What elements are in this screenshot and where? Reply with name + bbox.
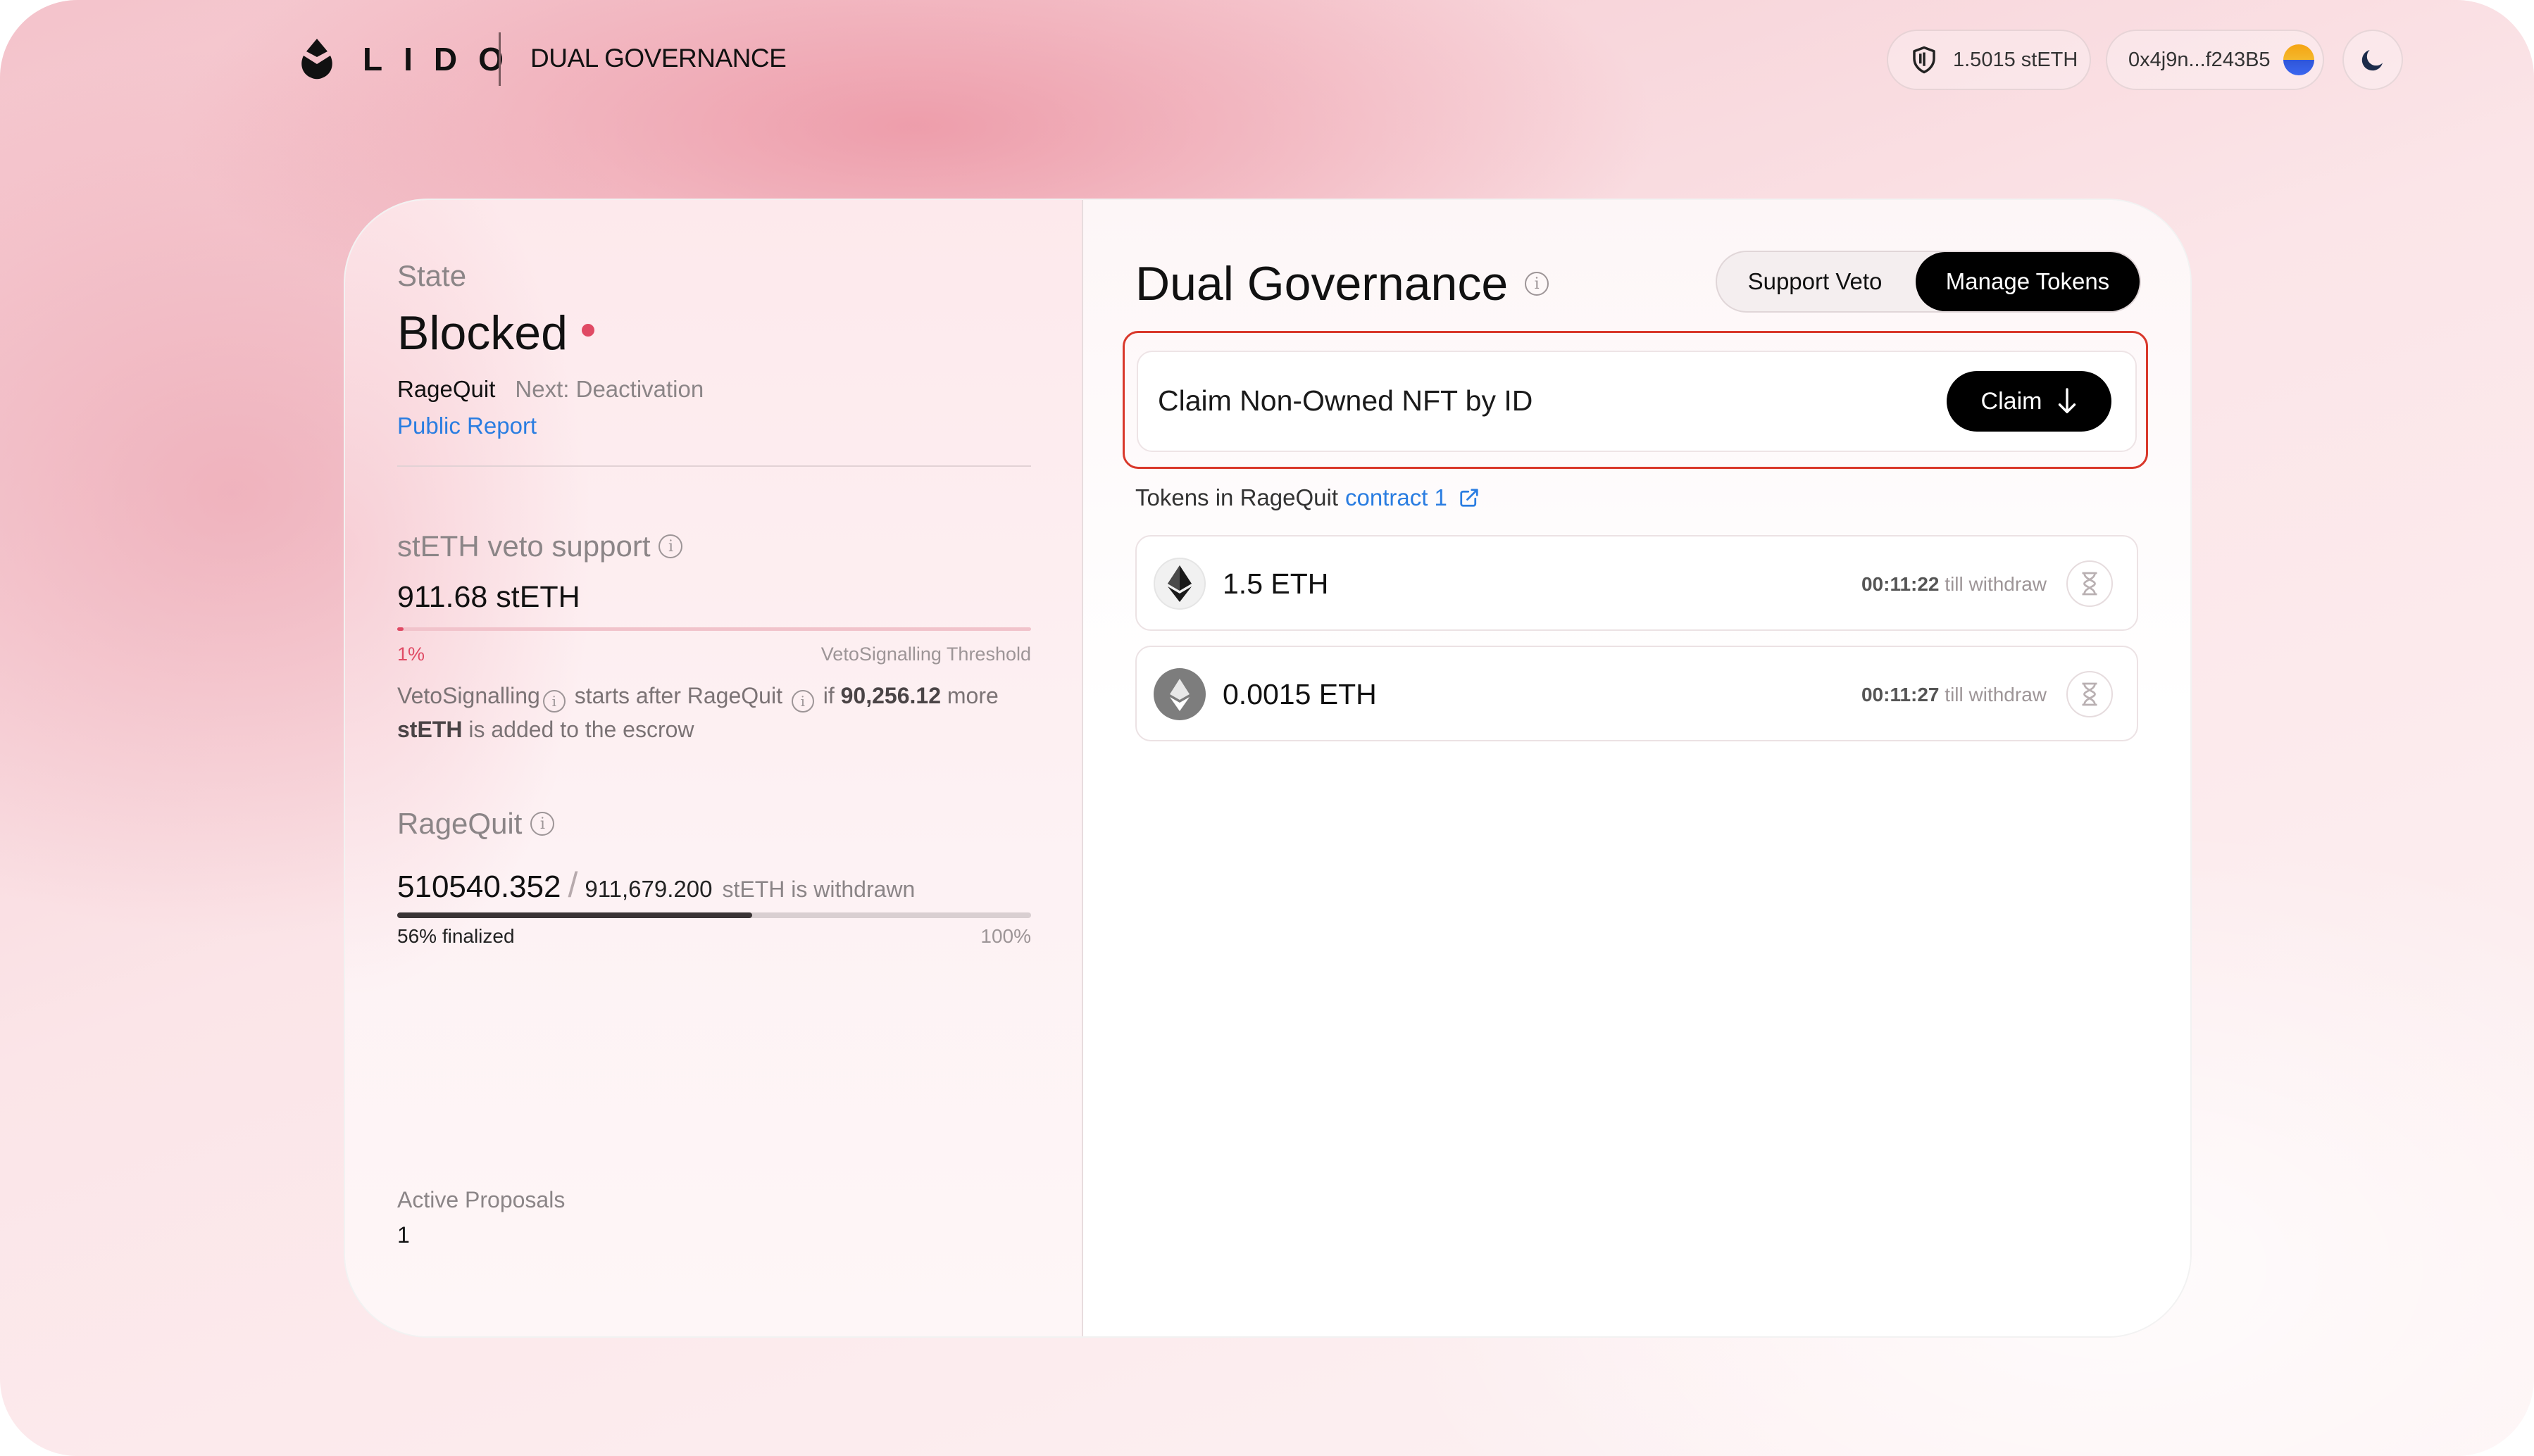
token-row: 0.0015 ETH 00:11:27 till withdraw <box>1135 646 2138 741</box>
token-time-suffix: till withdraw <box>1945 573 2047 595</box>
governance-title-text: Dual Governance <box>1135 257 1509 310</box>
ragequit-note: stETH is withdrawn <box>722 877 916 902</box>
substate: RageQuit Next: Deactivation <box>397 376 704 403</box>
governance-panel: Dual Governance i Support Veto Manage To… <box>1083 200 2190 1336</box>
balance-text: 1.5015 stETH <box>1953 48 2078 71</box>
main-card: State Blocked RageQuit Next: Deactivatio… <box>344 199 2192 1338</box>
token-withdraw-time: 00:11:27 till withdraw <box>1861 684 2047 706</box>
tokens-label-text: Tokens in RageQuit <box>1135 484 1338 510</box>
balance-pill[interactable]: 1.5015 stETH <box>1887 30 2091 90</box>
lido-logo[interactable]: LIDO <box>299 34 525 84</box>
header-divider <box>499 32 501 86</box>
lido-drop-icon <box>301 39 332 80</box>
current-substate: RageQuit <box>397 376 496 402</box>
token-withdraw-time: 00:11:22 till withdraw <box>1861 573 2047 596</box>
claim-button[interactable]: Claim <box>1947 371 2111 432</box>
veto-percent: 1% <box>397 644 425 665</box>
hourglass-icon <box>2082 572 2097 596</box>
contract-link[interactable]: contract 1 <box>1345 484 1447 511</box>
token-amount: 1.5 ETH <box>1223 567 1329 600</box>
veto-support-label: stETH veto support i <box>397 529 683 563</box>
veto-desc-part3: if <box>823 683 835 708</box>
veto-progress-bar <box>397 627 1031 631</box>
next-state: Next: Deactivation <box>515 376 704 402</box>
tab-support-veto[interactable]: Support Veto <box>1717 252 1913 311</box>
claim-nft-title: Claim Non-Owned NFT by ID <box>1158 384 1533 417</box>
steth-icon <box>1154 668 1206 720</box>
claim-button-label: Claim <box>1980 387 2042 415</box>
ragequit-title: RageQuit <box>397 807 523 840</box>
token-time-suffix: till withdraw <box>1945 684 2047 705</box>
token-row: 1.5 ETH 00:11:22 till withdraw <box>1135 535 2138 631</box>
token-time-value: 00:11:22 <box>1861 573 1940 595</box>
eth-icon <box>1154 558 1206 610</box>
section-divider <box>397 465 1031 467</box>
info-icon[interactable]: i <box>542 690 566 713</box>
wallet-address: 0x4j9n...f243B5 <box>2128 48 2271 71</box>
veto-desc-amount: 90,256.12 <box>840 683 941 708</box>
veto-progress-fill <box>397 627 404 631</box>
info-icon[interactable]: i <box>1525 272 1549 296</box>
hourglass-icon <box>2082 682 2097 706</box>
moon-icon <box>2361 50 2383 71</box>
info-icon[interactable]: i <box>530 812 555 836</box>
veto-desc-part1: VetoSignalling <box>397 683 540 708</box>
state-value: Blocked <box>397 306 594 360</box>
ragequit-full: 100% <box>980 925 1031 947</box>
withdraw-button[interactable] <box>2066 671 2113 717</box>
ragequit-total: 911,679.200 <box>585 876 713 902</box>
ragequit-finalized: 56% finalized <box>397 925 515 947</box>
app-frame: LIDO DUAL GOVERNANCE 1.5015 stETH 0x4j9n… <box>0 0 2534 1456</box>
ragequit-withdrawn: 510540.352 <box>397 870 561 904</box>
wallet-avatar <box>2283 44 2314 75</box>
app-name: DUAL GOVERNANCE <box>530 44 787 73</box>
theme-toggle-button[interactable] <box>2342 30 2403 90</box>
ragequit-separator: / <box>568 865 578 905</box>
veto-desc-part2: starts after RageQuit <box>574 683 782 708</box>
mode-toggle: Support Veto Manage Tokens <box>1716 251 2141 313</box>
ragequit-label: RageQuit i <box>397 807 555 841</box>
veto-support-value: 911.68 stETH <box>397 580 580 614</box>
state-indicator-dot <box>581 324 594 337</box>
state-label: State <box>397 259 467 292</box>
veto-desc-token: stETH <box>397 717 463 742</box>
withdraw-button[interactable] <box>2066 560 2113 607</box>
governance-title: Dual Governance i <box>1135 256 1549 311</box>
state-text: Blocked <box>397 306 568 360</box>
status-panel: State Blocked RageQuit Next: Deactivatio… <box>345 200 1083 1336</box>
ragequit-progress-fill <box>397 912 752 918</box>
active-proposals-label: Active Proposals <box>397 1187 566 1212</box>
veto-threshold-label: VetoSignalling Threshold <box>820 644 1031 665</box>
token-amount: 0.0015 ETH <box>1223 678 1377 710</box>
veto-support-title: stETH veto support <box>397 529 651 563</box>
veto-desc-part4: more <box>947 683 999 708</box>
claim-nft-box: Claim Non-Owned NFT by ID Claim <box>1137 351 2137 452</box>
info-icon[interactable]: i <box>659 534 683 558</box>
arrow-down-icon <box>2059 388 2076 413</box>
public-report-link[interactable]: Public Report <box>397 413 537 439</box>
wallet-pill[interactable]: 0x4j9n...f243B5 <box>2106 30 2324 90</box>
ragequit-values: 510540.352 / 911,679.200 stETH is withdr… <box>397 865 915 905</box>
info-icon[interactable]: i <box>791 690 814 713</box>
token-time-value: 00:11:27 <box>1861 684 1940 705</box>
tokens-label: Tokens in RageQuit contract 1 <box>1135 484 1480 511</box>
ragequit-progress-bar <box>397 912 1031 918</box>
external-link-icon[interactable] <box>1459 487 1480 508</box>
tab-manage-tokens[interactable]: Manage Tokens <box>1916 252 2140 311</box>
veto-desc-part5: is added to the escrow <box>468 717 694 742</box>
shield-icon <box>1913 46 1935 74</box>
veto-description: VetoSignalling i starts after RageQuit i … <box>397 679 1045 746</box>
active-proposals-value: 1 <box>397 1222 410 1248</box>
